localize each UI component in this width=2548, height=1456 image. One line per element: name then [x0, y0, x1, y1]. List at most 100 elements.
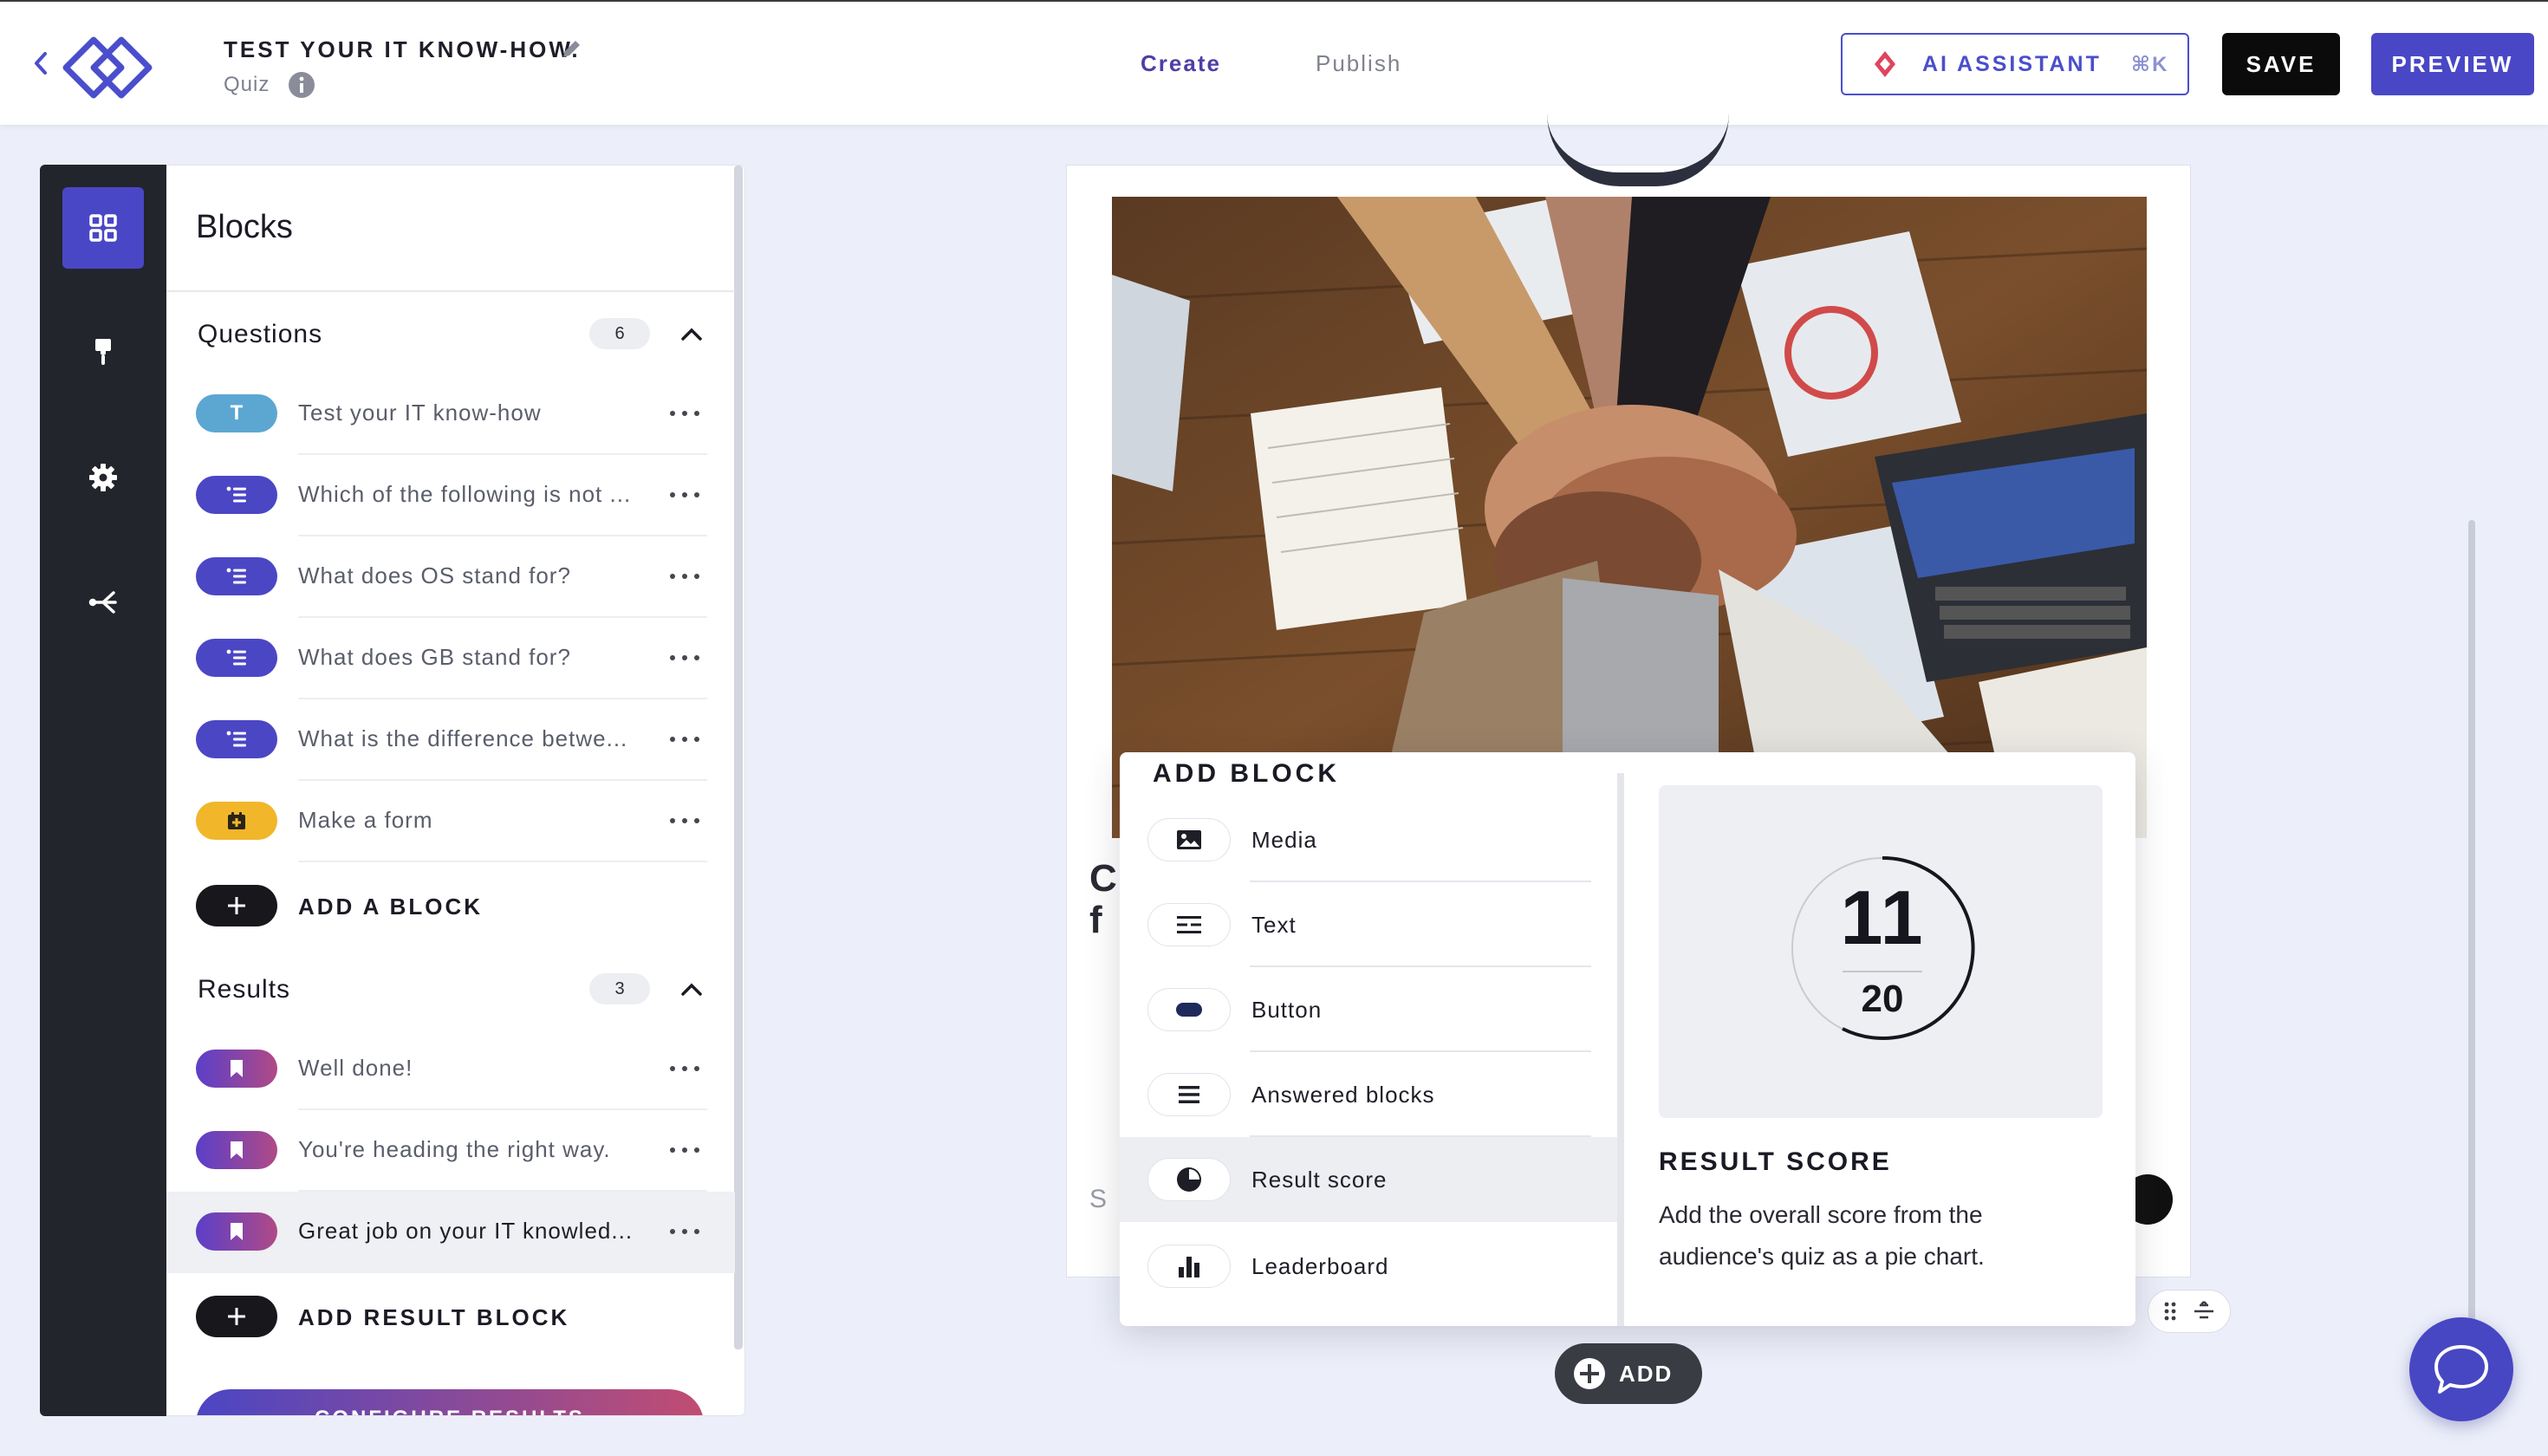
slide-subtext-fragment: S: [1089, 1185, 1108, 1213]
questions-section-title[interactable]: Questions: [198, 320, 322, 349]
question-label: Test your IT know-how: [298, 400, 542, 426]
chevron-up-icon[interactable]: [679, 980, 704, 998]
save-button[interactable]: SAVE: [2222, 33, 2340, 95]
ai-shortcut-hint: ⌘K: [2130, 52, 2169, 76]
slide-heading-fragment: f: [1089, 899, 1102, 941]
plus-circle-icon: [1574, 1358, 1605, 1389]
option-label: Leaderboard: [1251, 1253, 1389, 1279]
more-options-icon[interactable]: [666, 734, 704, 744]
quiz-title[interactable]: TEST YOUR IT KNOW-HOW.: [224, 36, 581, 63]
add-button-label: ADD: [1619, 1360, 1674, 1387]
chevron-up-icon[interactable]: [679, 325, 704, 342]
result-row[interactable]: Well done!: [166, 1029, 735, 1110]
slide-logo-circle: [1547, 114, 1729, 186]
add-block-popover: ADD BLOCK Media Text Button Answered blo…: [1120, 752, 2135, 1326]
question-label: Which of the following is not ...: [298, 481, 632, 507]
option-button[interactable]: Button: [1120, 967, 1617, 1052]
pie-chart-icon: [1147, 1158, 1231, 1201]
more-options-icon[interactable]: [666, 653, 704, 663]
option-label: Text: [1251, 912, 1297, 938]
top-bar: TEST YOUR IT KNOW-HOW. Quiz Create Publi…: [0, 0, 2548, 125]
option-result-score[interactable]: Result score: [1120, 1137, 1617, 1222]
question-label: What does OS stand for?: [298, 562, 571, 588]
plus-icon: [196, 1296, 277, 1337]
ai-assistant-label: AI ASSISTANT: [1922, 51, 2102, 76]
canvas-scrollbar[interactable]: [2468, 520, 2475, 1326]
panel-scrollbar[interactable]: [734, 166, 743, 1349]
score-total: 20: [1861, 978, 1904, 1020]
option-media[interactable]: Media: [1120, 797, 1617, 882]
tab-publish[interactable]: Publish: [1316, 50, 1401, 77]
question-label: What does GB stand for?: [298, 644, 571, 670]
popover-title: ADD BLOCK: [1153, 759, 1340, 788]
question-row[interactable]: T Test your IT know-how: [166, 374, 735, 455]
question-row[interactable]: Which of the following is not ...: [166, 455, 735, 536]
button-pill-icon: [1147, 988, 1231, 1031]
blocks-grid-icon[interactable]: [62, 187, 144, 269]
slide-heading-fragment: C: [1089, 857, 1117, 900]
tab-create[interactable]: Create: [1141, 50, 1221, 77]
share-icon[interactable]: [62, 562, 144, 643]
result-row-selected[interactable]: Great job on your IT knowled...: [166, 1192, 735, 1273]
add-result-block-button[interactable]: ADD RESULT BLOCK: [166, 1275, 735, 1356]
detail-title: RESULT SCORE: [1659, 1147, 1892, 1176]
option-answered-blocks[interactable]: Answered blocks: [1120, 1052, 1617, 1137]
app-logo[interactable]: [59, 28, 158, 99]
ai-assistant-button[interactable]: AI ASSISTANT ⌘K: [1841, 33, 2189, 95]
score-value: 11: [1840, 874, 1925, 960]
paint-brush-icon[interactable]: [62, 312, 144, 393]
score-separator: [1843, 971, 1922, 972]
result-label: Well done!: [298, 1055, 413, 1081]
detail-description: Add the overall score from the audience'…: [1659, 1201, 1985, 1270]
more-options-icon[interactable]: [666, 408, 704, 419]
chat-support-button[interactable]: [2409, 1317, 2513, 1421]
block-tools[interactable]: [2148, 1290, 2231, 1333]
left-rail: [40, 165, 166, 1416]
more-options-icon[interactable]: [666, 490, 704, 500]
configure-results-button[interactable]: CONFIGURE RESULTS: [196, 1389, 704, 1415]
bookmark-icon: [196, 1050, 277, 1088]
pencil-icon[interactable]: [560, 38, 582, 61]
gear-icon[interactable]: [62, 437, 144, 518]
result-score-preview: 11 20: [1659, 785, 2103, 1118]
question-row[interactable]: What is the difference betwe...: [166, 699, 735, 781]
bookmark-icon: [196, 1131, 277, 1169]
list-question-icon: [196, 639, 277, 677]
result-row[interactable]: You're heading the right way.: [166, 1110, 735, 1192]
ai-sparkle-icon: [1875, 51, 1895, 77]
add-result-block-label: ADD RESULT BLOCK: [298, 1304, 570, 1330]
add-button[interactable]: ADD: [1555, 1343, 1702, 1404]
option-label: Result score: [1251, 1167, 1388, 1193]
info-icon[interactable]: [288, 71, 315, 99]
more-options-icon[interactable]: [666, 1145, 704, 1155]
more-options-icon[interactable]: [666, 816, 704, 826]
add-block-label: ADD A BLOCK: [298, 894, 484, 920]
text-block-badge: T: [196, 394, 277, 432]
list-question-icon: [196, 476, 277, 514]
question-row[interactable]: What does OS stand for?: [166, 536, 735, 618]
result-label: Great job on your IT knowled...: [298, 1218, 634, 1244]
add-block-button[interactable]: ADD A BLOCK: [166, 864, 735, 946]
results-section-title[interactable]: Results: [198, 975, 290, 1004]
more-options-icon[interactable]: [666, 1063, 704, 1074]
results-count-badge: 3: [589, 973, 650, 1004]
option-text[interactable]: Text: [1120, 882, 1617, 967]
option-leaderboard[interactable]: Leaderboard: [1120, 1224, 1617, 1309]
bookmark-icon: [196, 1212, 277, 1251]
option-label: Media: [1251, 827, 1317, 853]
preview-button[interactable]: PREVIEW: [2371, 33, 2534, 95]
chat-bubble-icon: [2434, 1345, 2488, 1394]
question-row[interactable]: Make a form: [166, 781, 735, 862]
hero-image[interactable]: [1112, 197, 2147, 838]
align-icon[interactable]: [2193, 1301, 2215, 1322]
drag-handle-icon[interactable]: [2163, 1301, 2177, 1322]
panel-title: Blocks: [196, 209, 293, 245]
question-row[interactable]: What does GB stand for?: [166, 618, 735, 699]
more-options-icon[interactable]: [666, 571, 704, 582]
more-options-icon[interactable]: [666, 1226, 704, 1237]
bar-chart-icon: [1147, 1245, 1231, 1288]
question-label: What is the difference betwe...: [298, 725, 628, 751]
question-label: Make a form: [298, 807, 433, 833]
list-question-icon: [196, 557, 277, 595]
back-chevron-icon[interactable]: [29, 49, 52, 78]
